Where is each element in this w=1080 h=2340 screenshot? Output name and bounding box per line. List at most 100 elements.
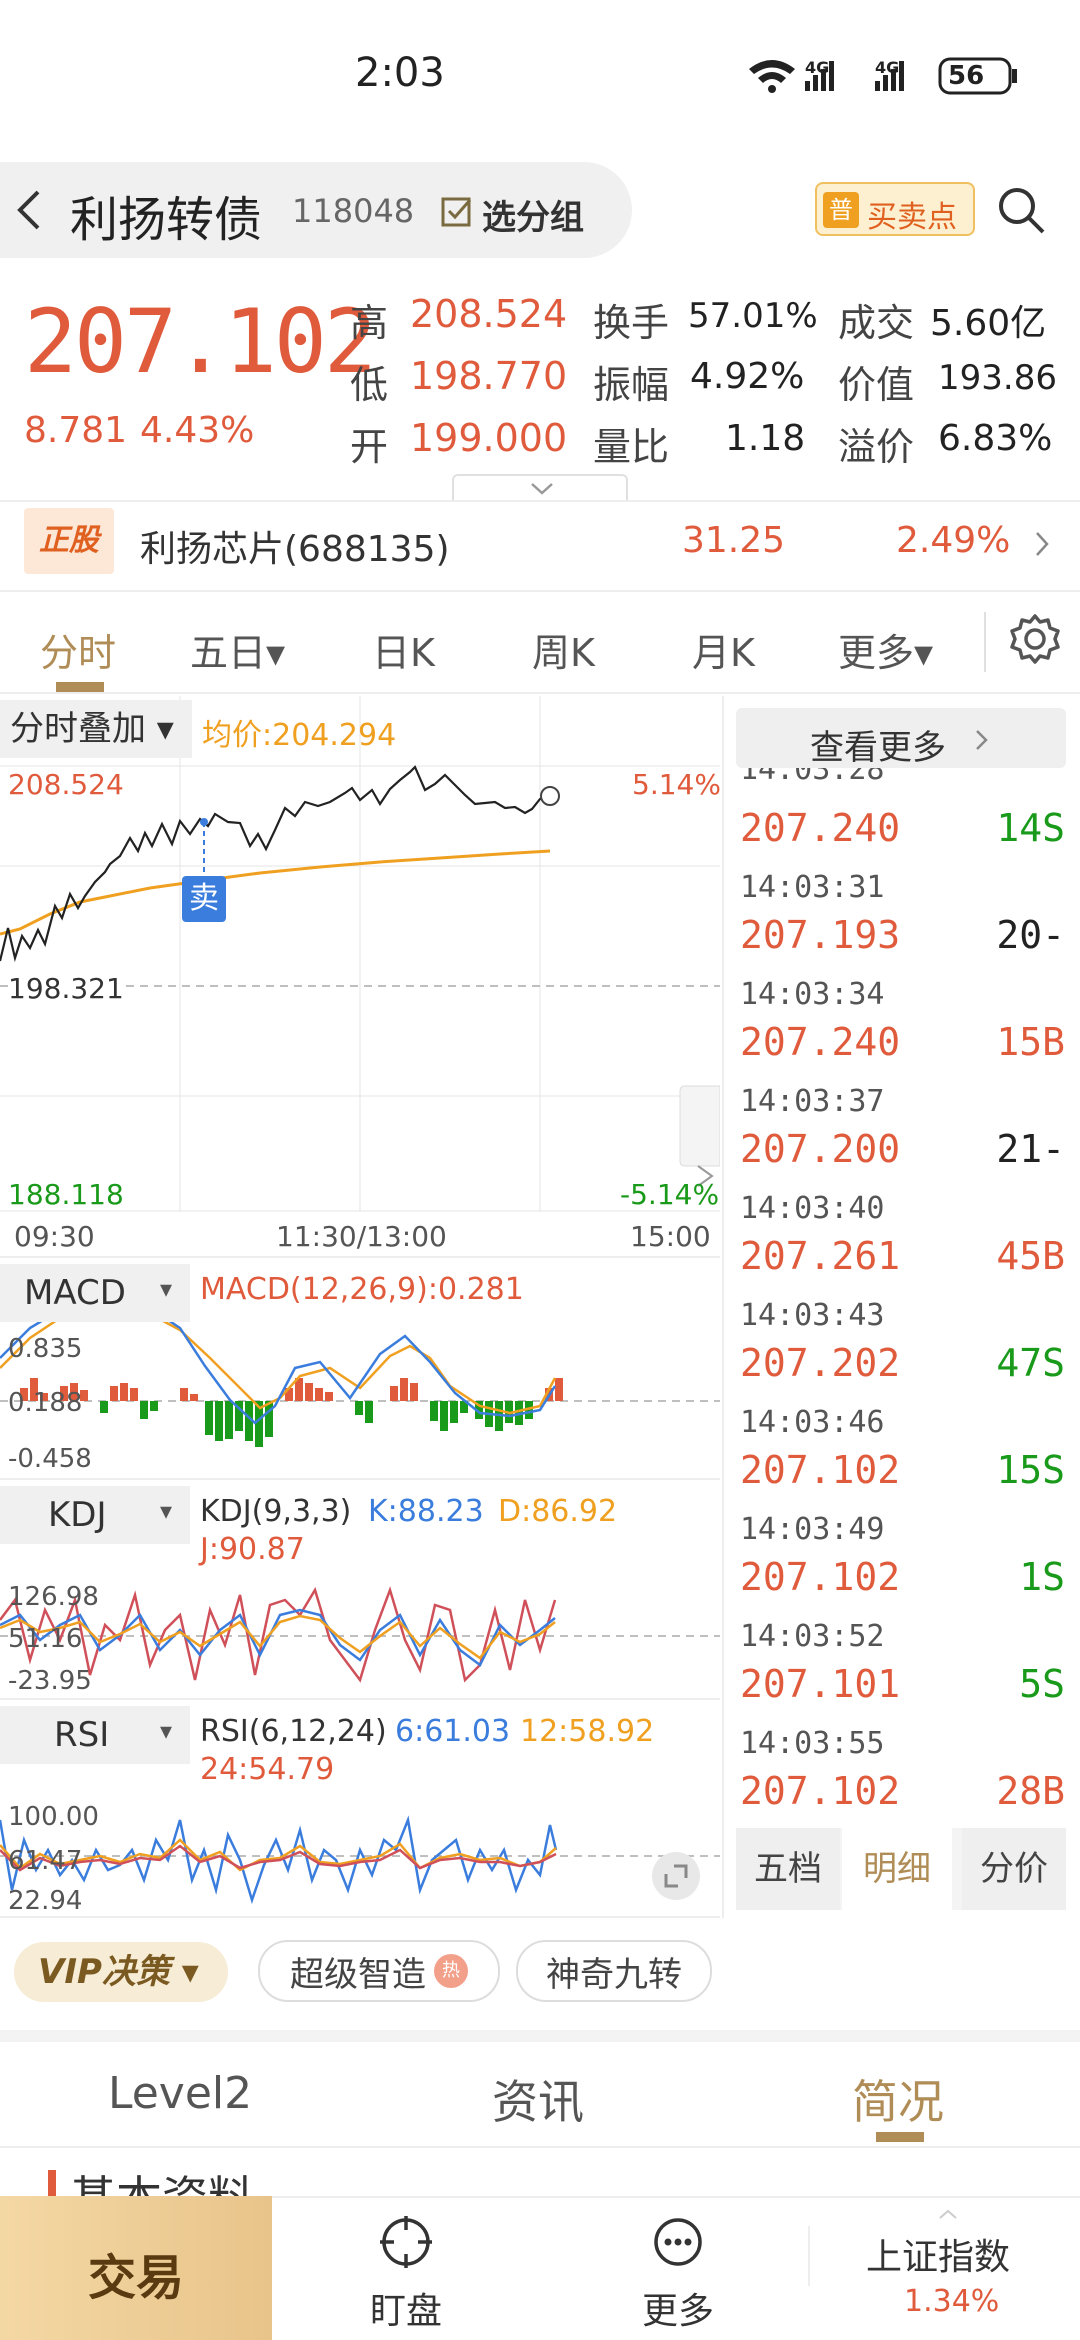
tab-price-dist[interactable]: 分价: [962, 1828, 1066, 1910]
trade-price: 207.240: [740, 806, 901, 850]
high-value: 208.524: [410, 292, 568, 336]
price-change-pct: 4.43%: [140, 410, 255, 451]
rsi-mid: 61.47: [8, 1846, 83, 1876]
trade-volume: 14S: [996, 806, 1065, 850]
amplitude-label: 振幅: [593, 363, 670, 407]
back-icon[interactable]: [14, 188, 44, 232]
nine-turn-chip[interactable]: 神奇九转: [516, 1940, 712, 2002]
trade-volume: 1S: [1019, 1555, 1065, 1599]
tab-five-day[interactable]: 五日▾: [190, 622, 285, 677]
target-icon: [380, 2216, 432, 2268]
macd-bottom: -0.458: [8, 1444, 92, 1474]
index-pct: 1.34%: [904, 2284, 1000, 2319]
view-more-label: 查看更多: [810, 728, 946, 768]
trade-price: 207.193: [740, 913, 901, 957]
macd-params: MACD(12,26,9):0.281: [200, 1272, 524, 1307]
premium-value: 6.83%: [938, 418, 1053, 459]
divider: [984, 612, 986, 672]
trade-label: 交易: [88, 2250, 185, 2306]
tab-order-book[interactable]: 五档: [736, 1828, 840, 1910]
divider: [722, 696, 724, 1918]
tab-level2[interactable]: Level2: [108, 2068, 252, 2119]
price-change: 8.781: [24, 410, 128, 451]
status-icons: 4G 4G: [749, 57, 1017, 95]
trade-row: 207.202 47S 14:03:46: [740, 1321, 1065, 1440]
trade-time: 14:03:28: [740, 768, 885, 787]
trade-volume: 45B: [996, 1234, 1065, 1278]
battery-level: 56: [948, 61, 985, 91]
tab-intraday[interactable]: 分时: [40, 622, 116, 677]
macd-top: 0.835: [8, 1334, 83, 1364]
view-more-button[interactable]: 查看更多: [736, 708, 1066, 768]
tab-detail[interactable]: 明细: [842, 1828, 952, 1910]
sell-marker[interactable]: 卖: [182, 876, 226, 922]
trade-row: 207.261 45B 14:03:43: [740, 1214, 1065, 1333]
rsi-params: RSI(6,12,24): [200, 1714, 387, 1749]
divider: [808, 2226, 810, 2286]
more-dots-icon: [654, 2218, 702, 2266]
expand-button[interactable]: [452, 474, 628, 502]
high-label: 高: [350, 301, 389, 345]
tab-monthly-k[interactable]: 月K: [692, 622, 755, 677]
rsi-chart: [0, 1815, 720, 1905]
rsi-bottom: 22.94: [8, 1886, 83, 1916]
divider: [0, 590, 1080, 592]
wifi-icon: [749, 60, 795, 93]
group-button[interactable]: 选分组: [482, 190, 584, 239]
kdj-top: 126.98: [8, 1582, 99, 1612]
search-icon[interactable]: [995, 184, 1047, 236]
trade-price: 207.200: [740, 1127, 901, 1171]
smart-chip[interactable]: 超级智造 热: [258, 1940, 500, 2002]
stock-badge: 正股: [24, 508, 114, 574]
trade-button[interactable]: 交易: [0, 2196, 272, 2340]
watch-button[interactable]: 盯盘: [360, 2206, 450, 2336]
index-name: 上证指数: [866, 2237, 1011, 2278]
stock-pct: 2.49%: [896, 520, 1011, 561]
trade-row: 207.101 5S 14:03:55: [740, 1642, 1065, 1761]
tab-news[interactable]: 资讯: [492, 2066, 584, 2132]
trade-row: 207.193 20- 14:03:34: [740, 893, 1065, 1012]
open-value: 199.000: [410, 416, 568, 460]
index-ticker[interactable]: 上证指数 1.34%: [826, 2206, 1066, 2336]
selector-caret: ▾: [160, 1497, 173, 1525]
trade-volume: 20-: [996, 913, 1065, 957]
chart-top-left: 208.524: [8, 768, 124, 801]
macd-mid: 0.188: [8, 1388, 83, 1418]
tab-weekly-k[interactable]: 周K: [532, 622, 595, 677]
trade-row: 207.240 14S 14:03:31: [740, 786, 1065, 905]
tab-more[interactable]: 更多▾: [838, 622, 933, 677]
trade-row: 207.102 15S 14:03:49: [740, 1428, 1065, 1547]
buysell-button[interactable]: 普 买卖点: [815, 182, 975, 236]
chevron-right-icon: [976, 730, 988, 750]
value-label: 价值: [838, 363, 915, 407]
smart-chip-label: 超级智造: [290, 1954, 426, 1995]
bond-code: 118048: [292, 192, 415, 230]
trade-price: 207.240: [740, 1020, 901, 1064]
chevron-right-icon: [1036, 532, 1049, 556]
underlying-stock-row[interactable]: 正股 利扬芯片(688135) 31.25 2.49%: [0, 508, 1080, 588]
checkbox-icon: [441, 197, 472, 227]
buysell-badge: 普: [823, 192, 859, 228]
divider: [0, 692, 1080, 694]
rsi-6: 6:61.03: [395, 1714, 511, 1749]
chevron-up-icon: [939, 2209, 957, 2219]
kdj-j: J:90.87: [200, 1532, 305, 1567]
more-button[interactable]: 更多: [632, 2206, 722, 2336]
overlay-selector[interactable]: 分时叠加 ▾: [0, 700, 192, 758]
selector-caret: ▾: [160, 1275, 173, 1303]
trade-price: 207.102: [740, 1769, 901, 1813]
chart-mid-left: 198.321: [8, 972, 124, 1005]
trade-price: 207.202: [740, 1341, 901, 1385]
tab-daily-k[interactable]: 日K: [372, 622, 435, 677]
vip-decision-chip[interactable]: VIP决策 ▾: [14, 1942, 228, 2002]
trade-row: 207.200 21- 14:03:40: [740, 1107, 1065, 1226]
gear-icon[interactable]: [1008, 612, 1062, 666]
turnover-label: 换手: [593, 301, 670, 345]
premium-label: 溢价: [838, 425, 915, 469]
amount-value: 5.60亿: [930, 303, 1047, 344]
fullscreen-button[interactable]: [652, 1852, 700, 1900]
amplitude-value: 4.92%: [690, 356, 805, 397]
tab-overview[interactable]: 简况: [852, 2066, 944, 2132]
chart-bottom-right: -5.14%: [620, 1178, 720, 1211]
volume-ratio-label: 量比: [593, 425, 670, 469]
